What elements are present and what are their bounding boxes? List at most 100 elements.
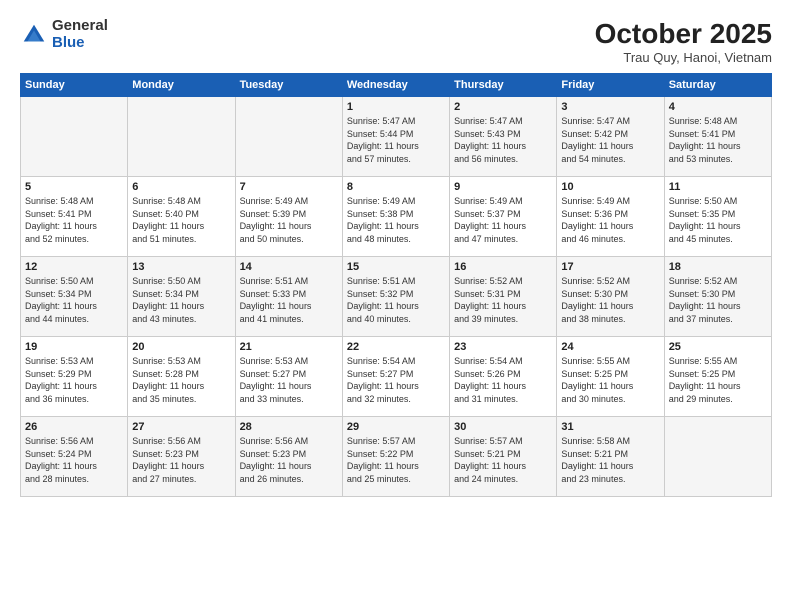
- day-info: Sunrise: 5:49 AM Sunset: 5:38 PM Dayligh…: [347, 195, 445, 245]
- day-number: 12: [25, 261, 123, 273]
- logo-general: General: [52, 18, 108, 35]
- day-number: 2: [454, 101, 552, 113]
- day-number: 16: [454, 261, 552, 273]
- calendar-cell: 20 Sunrise: 5:53 AM Sunset: 5:28 PM Dayli…: [128, 337, 235, 417]
- day-info: Sunrise: 5:53 AM Sunset: 5:28 PM Dayligh…: [132, 355, 230, 405]
- day-number: 23: [454, 341, 552, 353]
- day-info: Sunrise: 5:47 AM Sunset: 5:43 PM Dayligh…: [454, 115, 552, 165]
- calendar-cell: 21 Sunrise: 5:53 AM Sunset: 5:27 PM Dayli…: [235, 337, 342, 417]
- calendar-row-1: 5Sunrise: 5:48 AM Sunset: 5:41 PM Daylig…: [21, 177, 772, 257]
- day-number: 19: [25, 341, 123, 353]
- day-info: Sunrise: 5:47 AM Sunset: 5:44 PM Dayligh…: [347, 115, 445, 165]
- day-number: 15: [347, 261, 445, 273]
- header-tuesday: Tuesday: [235, 74, 342, 97]
- day-number: 27: [132, 421, 230, 433]
- day-info: Sunrise: 5:49 AM Sunset: 5:36 PM Dayligh…: [561, 195, 659, 245]
- day-number: 21: [240, 341, 338, 353]
- day-info: Sunrise: 5:49 AM Sunset: 5:37 PM Dayligh…: [454, 195, 552, 245]
- calendar-cell: 8 Sunrise: 5:49 AM Sunset: 5:38 PM Daylig…: [342, 177, 449, 257]
- day-info: Sunrise: 5:56 AM Sunset: 5:23 PM Dayligh…: [240, 435, 338, 485]
- calendar-cell: 30Sunrise: 5:57 AM Sunset: 5:21 PM Dayli…: [450, 417, 557, 497]
- day-info: Sunrise: 5:47 AM Sunset: 5:42 PM Dayligh…: [561, 115, 659, 165]
- day-number: 10: [561, 181, 659, 193]
- calendar-cell: 29Sunrise: 5:57 AM Sunset: 5:22 PM Dayli…: [342, 417, 449, 497]
- day-number: 14: [240, 261, 338, 273]
- logo-icon: [20, 21, 48, 49]
- calendar-cell: 15 Sunrise: 5:51 AM Sunset: 5:32 PM Dayli…: [342, 257, 449, 337]
- location: Trau Quy, Hanoi, Vietnam: [595, 50, 772, 65]
- calendar-cell: 26 Sunrise: 5:56 AM Sunset: 5:24 PM Dayli…: [21, 417, 128, 497]
- calendar-cell: 10 Sunrise: 5:49 AM Sunset: 5:36 PM Dayli…: [557, 177, 664, 257]
- day-number: 29: [347, 421, 445, 433]
- day-info: Sunrise: 5:51 AM Sunset: 5:32 PM Dayligh…: [347, 275, 445, 325]
- calendar-cell: 14 Sunrise: 5:51 AM Sunset: 5:33 PM Dayli…: [235, 257, 342, 337]
- calendar-cell: 28 Sunrise: 5:56 AM Sunset: 5:23 PM Dayli…: [235, 417, 342, 497]
- day-number: 25: [669, 341, 767, 353]
- calendar-cell: 31 Sunrise: 5:58 AM Sunset: 5:21 PM Dayli…: [557, 417, 664, 497]
- calendar-cell: 13Sunrise: 5:50 AM Sunset: 5:34 PM Dayli…: [128, 257, 235, 337]
- day-info: Sunrise: 5:49 AM Sunset: 5:39 PM Dayligh…: [240, 195, 338, 245]
- calendar-cell: 18 Sunrise: 5:52 AM Sunset: 5:30 PM Dayli…: [664, 257, 771, 337]
- day-number: 5: [25, 181, 123, 193]
- calendar-row-4: 26 Sunrise: 5:56 AM Sunset: 5:24 PM Dayli…: [21, 417, 772, 497]
- day-info: Sunrise: 5:51 AM Sunset: 5:33 PM Dayligh…: [240, 275, 338, 325]
- header-sunday: Sunday: [21, 74, 128, 97]
- calendar-cell: [21, 97, 128, 177]
- calendar-cell: 11 Sunrise: 5:50 AM Sunset: 5:35 PM Dayli…: [664, 177, 771, 257]
- calendar-cell: 27Sunrise: 5:56 AM Sunset: 5:23 PM Dayli…: [128, 417, 235, 497]
- calendar-cell: 2 Sunrise: 5:47 AM Sunset: 5:43 PM Daylig…: [450, 97, 557, 177]
- day-number: 28: [240, 421, 338, 433]
- calendar-row-0: 1 Sunrise: 5:47 AM Sunset: 5:44 PM Daylig…: [21, 97, 772, 177]
- calendar-header: Sunday Monday Tuesday Wednesday Thursday…: [21, 74, 772, 97]
- header-thursday: Thursday: [450, 74, 557, 97]
- logo: General Blue: [20, 18, 108, 51]
- day-number: 11: [669, 181, 767, 193]
- day-info: Sunrise: 5:53 AM Sunset: 5:27 PM Dayligh…: [240, 355, 338, 405]
- logo-blue: Blue: [52, 35, 108, 52]
- calendar-cell: 7 Sunrise: 5:49 AM Sunset: 5:39 PM Daylig…: [235, 177, 342, 257]
- calendar-row-3: 19Sunrise: 5:53 AM Sunset: 5:29 PM Dayli…: [21, 337, 772, 417]
- calendar-table: Sunday Monday Tuesday Wednesday Thursday…: [20, 73, 772, 497]
- day-info: Sunrise: 5:50 AM Sunset: 5:35 PM Dayligh…: [669, 195, 767, 245]
- day-info: Sunrise: 5:48 AM Sunset: 5:40 PM Dayligh…: [132, 195, 230, 245]
- calendar-cell: [235, 97, 342, 177]
- calendar-row-2: 12 Sunrise: 5:50 AM Sunset: 5:34 PM Dayli…: [21, 257, 772, 337]
- day-number: 18: [669, 261, 767, 273]
- calendar-cell: 19Sunrise: 5:53 AM Sunset: 5:29 PM Dayli…: [21, 337, 128, 417]
- day-info: Sunrise: 5:55 AM Sunset: 5:25 PM Dayligh…: [669, 355, 767, 405]
- day-number: 20: [132, 341, 230, 353]
- day-info: Sunrise: 5:54 AM Sunset: 5:26 PM Dayligh…: [454, 355, 552, 405]
- day-info: Sunrise: 5:54 AM Sunset: 5:27 PM Dayligh…: [347, 355, 445, 405]
- header-friday: Friday: [557, 74, 664, 97]
- day-info: Sunrise: 5:48 AM Sunset: 5:41 PM Dayligh…: [669, 115, 767, 165]
- calendar-cell: 12 Sunrise: 5:50 AM Sunset: 5:34 PM Dayli…: [21, 257, 128, 337]
- month-title: October 2025: [595, 18, 772, 50]
- header-row: Sunday Monday Tuesday Wednesday Thursday…: [21, 74, 772, 97]
- day-number: 17: [561, 261, 659, 273]
- day-info: Sunrise: 5:56 AM Sunset: 5:24 PM Dayligh…: [25, 435, 123, 485]
- calendar-cell: 3Sunrise: 5:47 AM Sunset: 5:42 PM Daylig…: [557, 97, 664, 177]
- header-monday: Monday: [128, 74, 235, 97]
- day-info: Sunrise: 5:52 AM Sunset: 5:30 PM Dayligh…: [669, 275, 767, 325]
- title-block: October 2025 Trau Quy, Hanoi, Vietnam: [595, 18, 772, 65]
- day-number: 8: [347, 181, 445, 193]
- calendar-cell: 17Sunrise: 5:52 AM Sunset: 5:30 PM Dayli…: [557, 257, 664, 337]
- calendar-cell: 4Sunrise: 5:48 AM Sunset: 5:41 PM Daylig…: [664, 97, 771, 177]
- calendar-cell: 24Sunrise: 5:55 AM Sunset: 5:25 PM Dayli…: [557, 337, 664, 417]
- day-number: 26: [25, 421, 123, 433]
- day-number: 22: [347, 341, 445, 353]
- calendar-cell: 9 Sunrise: 5:49 AM Sunset: 5:37 PM Daylig…: [450, 177, 557, 257]
- day-number: 9: [454, 181, 552, 193]
- day-number: 31: [561, 421, 659, 433]
- day-number: 1: [347, 101, 445, 113]
- header-saturday: Saturday: [664, 74, 771, 97]
- calendar-cell: 16Sunrise: 5:52 AM Sunset: 5:31 PM Dayli…: [450, 257, 557, 337]
- day-info: Sunrise: 5:50 AM Sunset: 5:34 PM Dayligh…: [132, 275, 230, 325]
- day-number: 7: [240, 181, 338, 193]
- day-number: 30: [454, 421, 552, 433]
- day-info: Sunrise: 5:50 AM Sunset: 5:34 PM Dayligh…: [25, 275, 123, 325]
- calendar-cell: 22 Sunrise: 5:54 AM Sunset: 5:27 PM Dayli…: [342, 337, 449, 417]
- day-info: Sunrise: 5:58 AM Sunset: 5:21 PM Dayligh…: [561, 435, 659, 485]
- calendar-body: 1 Sunrise: 5:47 AM Sunset: 5:44 PM Daylig…: [21, 97, 772, 497]
- logo-text: General Blue: [52, 18, 108, 51]
